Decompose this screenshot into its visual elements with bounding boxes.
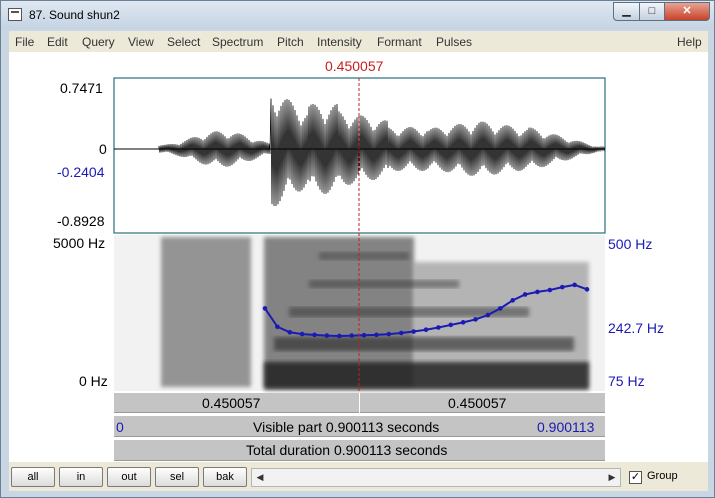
pitch-point [312, 332, 317, 338]
pitch-point [572, 282, 577, 288]
zoom-back-button[interactable]: bak [203, 467, 247, 487]
menu-view[interactable]: View [128, 35, 154, 49]
pitch-point [473, 317, 478, 322]
segment-right-duration: 0.450057 [448, 395, 507, 411]
waveform-max-label: 0.7471 [60, 80, 103, 96]
menu-query[interactable]: Query [82, 35, 115, 49]
spectrogram-freq-bottom-label: 0 Hz [79, 373, 108, 389]
pitch-point [423, 327, 429, 333]
total-duration-text: Total duration 0.900113 seconds [246, 442, 448, 458]
zoom-sel-button[interactable]: sel [155, 467, 199, 487]
horizontal-scrollbar[interactable]: ◀ ▶ [251, 468, 621, 487]
zoom-all-button[interactable]: all [11, 467, 55, 487]
menu-select[interactable]: Select [167, 35, 200, 49]
menu-bar: File Edit Query View Select Spectrum Pit… [9, 31, 708, 51]
title-bar[interactable]: 87. Sound shun2 ▁ □ ✕ [1, 1, 714, 29]
visible-end-time: 0.900113 [537, 419, 595, 435]
waveform-zero-label: 0 [99, 141, 107, 157]
visible-part-text: Visible part 0.900113 seconds [253, 419, 440, 435]
maximize-button[interactable]: □ [639, 2, 665, 21]
visible-start-time: 0 [116, 419, 124, 435]
pitch-point [436, 325, 441, 330]
menu-pitch[interactable]: Pitch [277, 35, 304, 49]
pitch-point [287, 329, 293, 335]
pitch-point [584, 287, 590, 292]
segment-left-duration: 0.450057 [202, 395, 261, 411]
sound-editor-canvas[interactable]: 0.450057 0.7471 0 -0.2404 -0.8928 5000 H… [9, 52, 708, 462]
menu-pulses[interactable]: Pulses [436, 35, 472, 49]
menu-edit[interactable]: Edit [47, 35, 68, 49]
window-title: 87. Sound shun2 [29, 8, 120, 22]
scroll-right-arrow-icon[interactable]: ▶ [604, 469, 620, 486]
bottom-toolbar: all in out sel bak ◀ ▶ ✓ Group [9, 464, 708, 491]
pitch-point [510, 298, 515, 303]
waveform-min-label: -0.8928 [57, 213, 105, 229]
group-label: Group [647, 470, 678, 482]
menu-spectrum[interactable]: Spectrum [212, 35, 263, 49]
zoom-in-button[interactable]: in [59, 467, 103, 487]
scroll-left-arrow-icon[interactable]: ◀ [252, 469, 268, 486]
pitch-point [299, 331, 305, 337]
group-checkbox[interactable]: ✓ [629, 471, 642, 484]
total-duration-bar[interactable]: Total duration 0.900113 seconds [114, 440, 605, 461]
client-area: File Edit Query View Select Spectrum Pit… [9, 31, 708, 491]
pitch-point [448, 322, 454, 328]
pitch-point [535, 289, 540, 295]
zoom-out-button[interactable]: out [107, 467, 151, 487]
menu-intensity[interactable]: Intensity [317, 35, 362, 49]
pitch-point [398, 330, 404, 336]
spectrogram-freq-top-label: 5000 Hz [53, 235, 106, 251]
pitch-point [411, 329, 416, 334]
pitch-point [460, 320, 466, 325]
pitch-point [485, 312, 491, 318]
pitch-point [498, 306, 503, 311]
praat-sound-editor-window: 87. Sound shun2 ▁ □ ✕ File Edit Query Vi… [0, 0, 715, 498]
pitch-point [547, 287, 553, 293]
pitch-point [386, 331, 392, 337]
pitch-top-label: 500 Hz [608, 236, 653, 252]
close-button[interactable]: ✕ [664, 2, 710, 21]
waveform-cursor-value-label: -0.2404 [57, 164, 105, 180]
menu-file[interactable]: File [15, 35, 34, 49]
segment-left-bar[interactable]: 0.450057 [114, 393, 359, 413]
pitch-point [374, 332, 379, 338]
pitch-point [324, 333, 330, 338]
pitch-bottom-label: 75 Hz [608, 373, 645, 389]
segment-right-bar[interactable]: 0.450057 [360, 393, 605, 413]
pitch-point [522, 292, 528, 297]
pitch-point [337, 333, 342, 339]
pitch-point [349, 333, 354, 338]
pitch-point [361, 332, 367, 338]
window-app-icon [8, 8, 22, 21]
pitch-point [262, 306, 268, 311]
menu-help[interactable]: Help [677, 35, 702, 49]
menu-formant[interactable]: Formant [377, 35, 422, 49]
cursor-time-label: 0.450057 [325, 58, 384, 74]
pitch-cursor-label: 242.7 Hz [608, 320, 665, 336]
pitch-point [559, 284, 565, 290]
pitch-point [275, 324, 280, 330]
minimize-button[interactable]: ▁ [613, 2, 640, 21]
